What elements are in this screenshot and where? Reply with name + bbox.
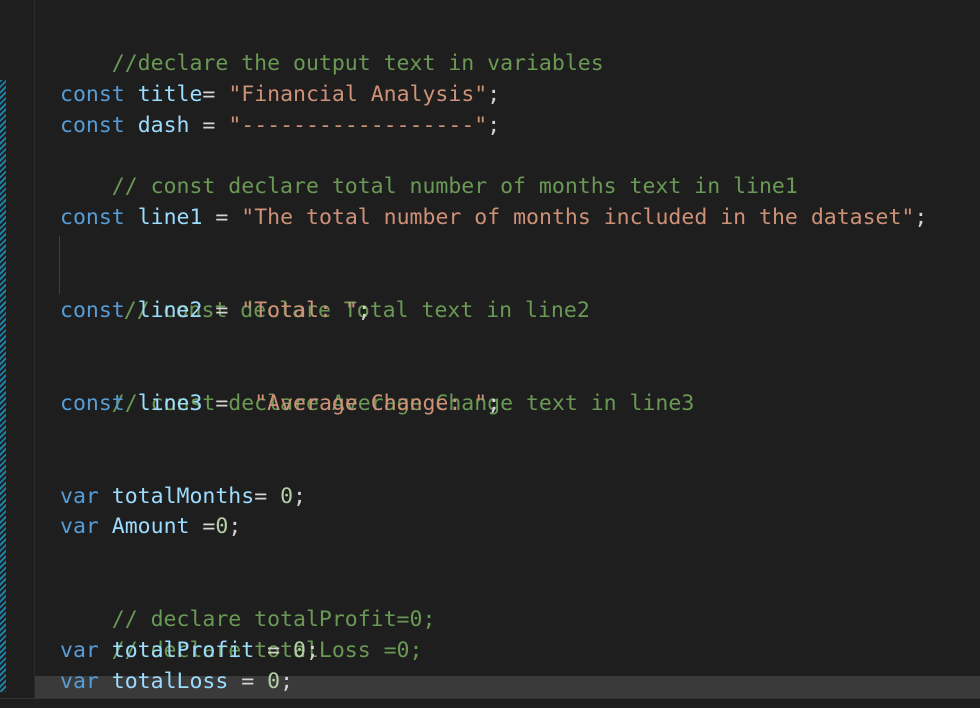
code-line[interactable]: //declare the output text in variables <box>60 17 604 76</box>
string-literal: "The total number of months included in … <box>241 205 915 230</box>
code-line[interactable]: // const declare Total text in line2 <box>72 264 590 323</box>
code-line[interactable]: const line2 = "Total: "; <box>60 295 371 326</box>
keyword: const <box>60 113 125 138</box>
string-literal: "Total: " <box>241 298 358 323</box>
code-line[interactable]: // declare totalLoss =0; <box>60 604 423 663</box>
variable-name: Amount <box>111 514 190 539</box>
number-literal: 0 <box>280 484 294 509</box>
code-line[interactable]: var Amount =0; <box>60 511 241 542</box>
modified-lines-marker <box>0 80 6 692</box>
number-literal: 0 <box>267 669 281 694</box>
code-line[interactable]: // const declare Average Change text in … <box>60 357 694 416</box>
variable-name: line2 <box>137 298 203 323</box>
semicolon: ; <box>357 298 371 323</box>
code-line[interactable]: var totalMonths= 0; <box>60 481 306 512</box>
string-literal: "------------------" <box>228 113 488 138</box>
number-literal: 0 <box>293 638 306 663</box>
indent-guide <box>59 236 60 294</box>
keyword: const <box>60 82 125 107</box>
keyword: var <box>60 514 99 539</box>
string-literal: "Average Change: " <box>254 391 488 416</box>
semicolon: ; <box>487 113 501 138</box>
semicolon: ; <box>487 391 501 416</box>
semicolon: ; <box>914 205 928 230</box>
number-literal: 0 <box>215 514 229 539</box>
code-line[interactable]: // const declare total number of months … <box>60 140 798 199</box>
variable-name: line1 <box>137 205 203 230</box>
variable-name: totalMonths <box>111 484 255 509</box>
code-editor[interactable]: //declare the output text in variables c… <box>35 0 980 707</box>
semicolon: ; <box>228 514 242 539</box>
operator: = <box>215 391 229 416</box>
semicolon: ; <box>487 82 501 107</box>
keyword: const <box>60 391 125 416</box>
keyword: var <box>60 484 99 509</box>
code-comment: //declare the output text in variables <box>111 51 604 76</box>
operator: = <box>202 514 216 539</box>
semicolon: ; <box>280 669 294 694</box>
keyword: const <box>60 298 125 323</box>
operator: = <box>254 484 268 509</box>
string-literal: "Financial Analysis" <box>228 82 488 107</box>
code-comment: // const declare total number of months … <box>111 174 798 199</box>
operator: = <box>202 113 216 138</box>
semicolon: ; <box>293 484 306 509</box>
keyword: const <box>60 205 125 230</box>
code-line[interactable]: var totalLoss = 0; <box>60 666 293 697</box>
variable-name: totalLoss <box>111 669 229 694</box>
keyword: var <box>60 669 99 694</box>
code-line[interactable]: const line1 = "The total number of month… <box>60 202 927 233</box>
variable-name: dash <box>137 113 190 138</box>
operator: = <box>215 298 229 323</box>
keyword: var <box>60 638 99 663</box>
operator: = <box>202 82 216 107</box>
code-line[interactable]: const line3 = "Average Change: "; <box>60 388 500 419</box>
variable-name: totalProfit <box>111 638 255 663</box>
variable-name: title <box>137 82 203 107</box>
code-line[interactable]: const dash = "------------------"; <box>60 110 500 141</box>
code-line[interactable]: const title= "Financial Analysis"; <box>60 79 500 110</box>
operator: = <box>241 669 255 694</box>
code-line[interactable]: // declare totalProfit=0; <box>60 573 436 632</box>
operator: = <box>267 638 281 663</box>
operator: = <box>215 205 229 230</box>
semicolon: ; <box>306 638 319 663</box>
variable-name: line3 <box>137 391 203 416</box>
code-line[interactable]: var totalProfit = 0; <box>60 635 319 666</box>
